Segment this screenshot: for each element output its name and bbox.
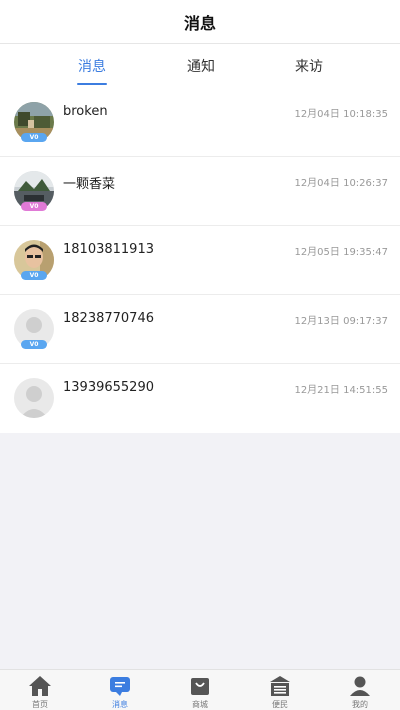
contact-name: 18103811913 xyxy=(63,242,154,257)
tab-notifications-label: 通知 xyxy=(187,59,215,75)
app-root: 消息 消息 通知 来访 V0 broken 12月04日 10:18:35 V0… xyxy=(0,0,400,710)
contact-name: 一颗香菜 xyxy=(63,177,116,192)
message-time: 12月04日 10:26:37 xyxy=(294,178,388,189)
home-icon xyxy=(28,675,52,697)
list-item[interactable]: 13939655290 12月21日 14:51:55 xyxy=(0,364,400,433)
tabbar-home[interactable]: 首页 xyxy=(0,670,80,710)
list-item[interactable]: V0 18238770746 12月13日 09:17:37 xyxy=(0,295,400,364)
contact-name: 13939655290 xyxy=(63,380,154,395)
message-list: V0 broken 12月04日 10:18:35 V0 一颗香菜 12月04日… xyxy=(0,88,400,433)
shop-bag-icon xyxy=(188,675,212,697)
tabbar-profile[interactable]: 我的 xyxy=(320,670,400,710)
contact-name: broken xyxy=(63,104,108,119)
tab-active-underline xyxy=(77,83,107,85)
tab-bar-top: 消息 通知 来访 xyxy=(0,44,400,88)
message-time: 12月05日 19:35:47 xyxy=(294,247,388,258)
vip-badge: V0 xyxy=(21,340,47,349)
list-item[interactable]: V0 broken 12月04日 10:18:35 xyxy=(0,88,400,157)
vip-badge: V0 xyxy=(21,271,47,280)
tabbar-home-label: 首页 xyxy=(32,700,48,709)
tabbar-shop[interactable]: 商城 xyxy=(160,670,240,710)
tab-messages[interactable]: 消息 xyxy=(47,44,137,88)
list-item[interactable]: V0 一颗香菜 12月04日 10:26:37 xyxy=(0,157,400,226)
tabbar-service[interactable]: 便民 xyxy=(240,670,320,710)
page-title: 消息 xyxy=(183,13,216,33)
vip-badge: V0 xyxy=(21,202,47,211)
nav-header: 消息 xyxy=(0,0,400,44)
avatar[interactable] xyxy=(14,378,54,418)
service-icon xyxy=(268,675,292,697)
tab-visitors[interactable]: 来访 xyxy=(264,44,354,88)
tab-visitors-label: 来访 xyxy=(295,59,323,75)
vip-badge: V0 xyxy=(21,133,47,142)
profile-icon xyxy=(348,675,372,697)
tabbar-service-label: 便民 xyxy=(272,700,288,709)
bottom-tab-bar: 首页 消息 商城 便民 我的 xyxy=(0,669,400,710)
tab-messages-label: 消息 xyxy=(78,59,106,75)
contact-name: 18238770746 xyxy=(63,311,154,326)
tabbar-shop-label: 商城 xyxy=(192,700,208,709)
message-time: 12月21日 14:51:55 xyxy=(294,385,388,396)
message-time: 12月04日 10:18:35 xyxy=(294,109,388,120)
message-icon xyxy=(108,675,132,697)
tabbar-messages-label: 消息 xyxy=(112,700,128,709)
list-item[interactable]: V0 18103811913 12月05日 19:35:47 xyxy=(0,226,400,295)
tab-notifications[interactable]: 通知 xyxy=(156,44,246,88)
message-time: 12月13日 09:17:37 xyxy=(294,316,388,327)
tabbar-messages[interactable]: 消息 xyxy=(80,670,160,710)
tabbar-profile-label: 我的 xyxy=(352,700,368,709)
